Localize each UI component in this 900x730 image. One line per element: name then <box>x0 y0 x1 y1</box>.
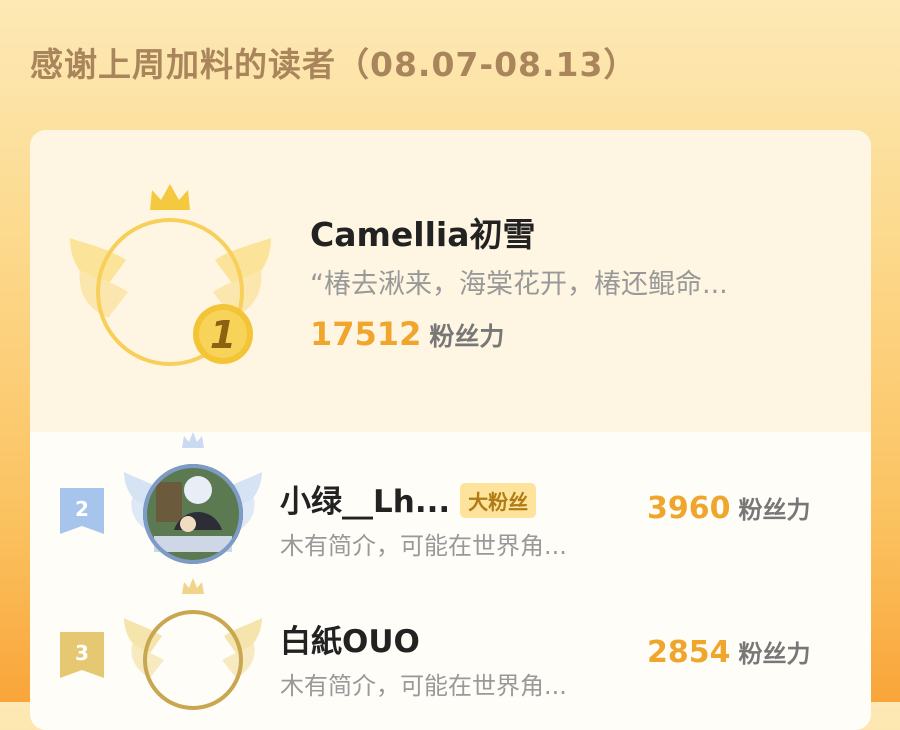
rank-3-score-unit: 粉丝力 <box>738 640 811 668</box>
rank-2-entry[interactable]: 2 小绿__Lh... 大粉丝 木有简介，可能在世界角... 3960 粉丝力 <box>30 432 871 590</box>
rank-2-score-value: 3960 <box>647 491 731 526</box>
avatar-badge-rank-3[interactable] <box>118 576 268 726</box>
rank-2-score-unit: 粉丝力 <box>738 496 811 524</box>
rank-2-score: 3960 粉丝力 <box>647 490 811 526</box>
rank-2-tag-icon: 2 <box>60 488 104 534</box>
page-title: 感谢上周加料的读者（08.07-08.13） <box>30 45 638 84</box>
big-fan-badge: 大粉丝 <box>460 483 537 518</box>
gold-winged-badge-icon: 1 <box>70 184 271 366</box>
rank-1-bio: “椿去湫来，海棠花开，椿还鲲命... <box>310 269 728 300</box>
avatar-badge-rank-2[interactable] <box>118 430 268 580</box>
rank-1-score-value: 17512 <box>310 315 422 353</box>
rank-2-name-text[interactable]: 小绿__Lh... <box>280 484 450 520</box>
rank-2-bio: 木有简介，可能在世界角... <box>280 532 567 560</box>
rank-1-score-unit: 粉丝力 <box>429 322 505 351</box>
rank-3-score: 2854 粉丝力 <box>647 634 811 670</box>
rank-3-score-value: 2854 <box>647 635 731 670</box>
rank-1-number: 1 <box>210 313 236 357</box>
rank-3-name[interactable]: 白紙OUO <box>280 616 420 661</box>
rank-3-number: 3 <box>75 641 89 665</box>
rank-1-name[interactable]: Camellia初雪 <box>310 208 535 256</box>
rank-3-bio: 木有简介，可能在世界角... <box>280 672 567 700</box>
rank-2-number: 2 <box>75 497 89 521</box>
rank-3-entry[interactable]: 3 白紙OUO 木有简介，可能在世界角... 2854 粉丝力 <box>30 578 871 730</box>
rank-1-entry[interactable]: 1 Camellia初雪 “椿去湫来，海棠花开，椿还鲲命... 17512 粉丝力 <box>30 130 871 432</box>
rank-1-score: 17512 粉丝力 <box>310 315 504 353</box>
rank-2-name[interactable]: 小绿__Lh... 大粉丝 <box>280 476 537 521</box>
ranking-card: 1 Camellia初雪 “椿去湫来，海棠花开，椿还鲲命... 17512 粉丝力… <box>30 130 871 730</box>
rank-3-tag-icon: 3 <box>60 632 104 678</box>
